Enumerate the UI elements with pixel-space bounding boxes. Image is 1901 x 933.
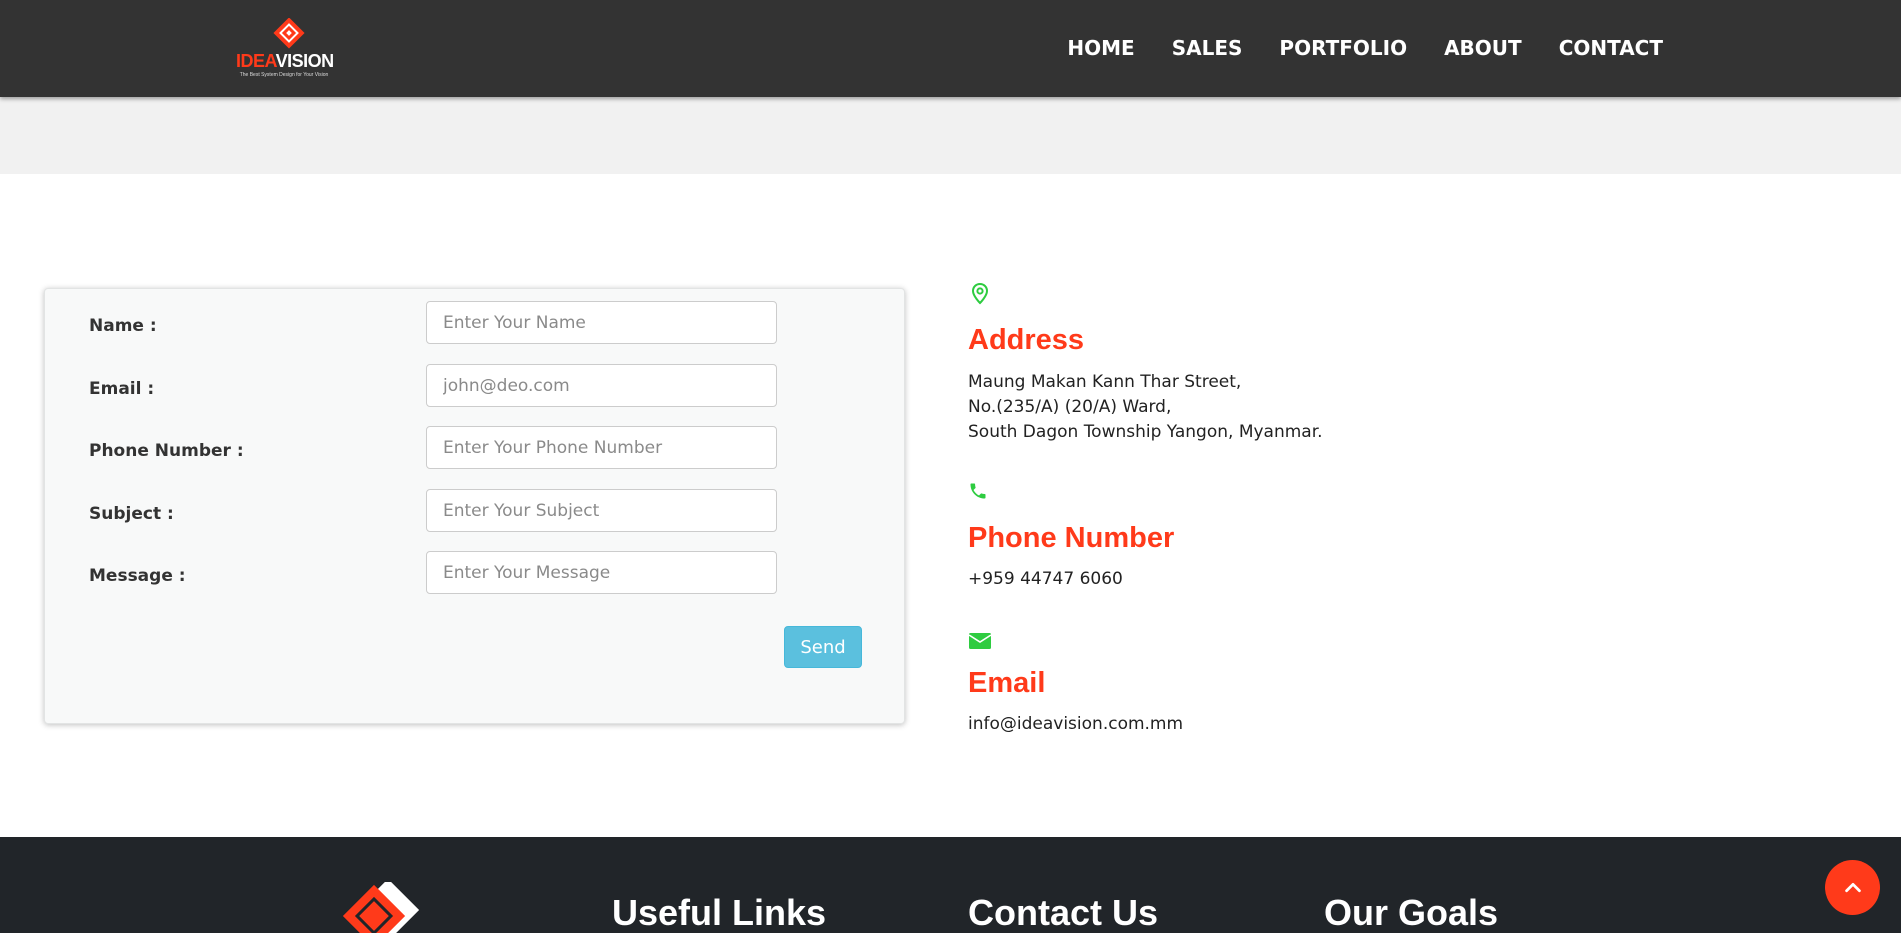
map-pin-icon [971,282,989,305]
chevron-up-icon [1844,882,1861,892]
email-label: Email : [89,379,155,399]
message-label: Message : [89,566,186,586]
envelope-icon [968,633,992,649]
name-label: Name : [89,316,157,336]
site-logo[interactable]: IDEAVISION The Best System Design for Yo… [236,18,334,82]
logo-tagline: The Best System Design for Your Vision [239,72,329,78]
address-line: Maung Makan Kann Thar Street, [968,372,1242,392]
page-banner [0,97,1901,174]
phone-value: +959 44747 6060 [968,569,1123,589]
nav-home[interactable]: HOME [1067,36,1134,60]
nav-about[interactable]: ABOUT [1444,36,1522,60]
phone-label: Phone Number : [89,441,244,461]
footer-heading-contact-us: Contact Us [968,892,1159,933]
contact-form: Name : Email : Phone Number : Subject : … [44,288,905,724]
address-line: South Dagon Township Yangon, Myanmar. [968,422,1323,442]
logo-mark-icon [273,18,305,49]
phone-icon [970,483,986,499]
name-input[interactable] [426,301,777,344]
footer-heading-useful-links: Useful Links [612,892,827,933]
message-input[interactable] [426,551,777,594]
address-line: No.(235/A) (20/A) Ward, [968,397,1172,417]
top-navbar: IDEAVISION The Best System Design for Yo… [0,0,1901,97]
main-nav: HOME SALES PORTFOLIO ABOUT CONTACT [1030,36,1663,60]
phone-input[interactable] [426,426,777,469]
message-row: Message : [45,551,904,606]
email-value[interactable]: info@ideavision.com.mm [968,712,1183,737]
nav-sales[interactable]: SALES [1172,36,1243,60]
back-to-top-button[interactable] [1825,860,1880,915]
footer-heading-our-goals: Our Goals [1324,892,1499,933]
nav-portfolio[interactable]: PORTFOLIO [1279,36,1407,60]
phone-row: Phone Number : [45,426,904,481]
address-title: Address [968,324,1085,356]
email-title: Email [968,667,1046,699]
send-button[interactable]: Send [784,626,862,668]
phone-title: Phone Number [968,522,1175,554]
subject-label: Subject : [89,504,174,524]
email-row: Email : [45,364,904,419]
logo-wordmark: IDEAVISION [236,51,334,71]
site-footer: Useful Links Contact Us Our Goals [0,837,1901,933]
nav-contact[interactable]: CONTACT [1559,36,1663,60]
subject-input[interactable] [426,489,777,532]
footer-logo-icon [342,882,420,933]
email-input[interactable] [426,364,777,407]
subject-row: Subject : [45,489,904,544]
name-row: Name : [45,301,904,356]
